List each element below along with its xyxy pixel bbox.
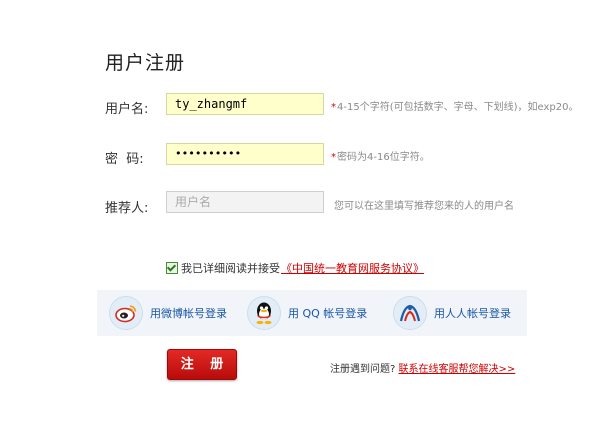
qq-login[interactable]: 用 QQ 帐号登录 [247, 290, 367, 336]
password-hint: *密码为4-16位字符。 [331, 148, 430, 163]
help-text: 注册遇到问题? [330, 364, 396, 375]
weibo-login[interactable]: 用微博帐号登录 [109, 290, 227, 336]
referrer-field[interactable]: 用户名 [166, 191, 324, 213]
social-login-bar: 用微博帐号登录 用 QQ 帐号登录 用人人帐号登录 [97, 290, 527, 336]
required-marker: * [331, 152, 336, 163]
weibo-icon [109, 296, 143, 330]
help-row: 注册遇到问题? 联系在线客服帮您解决>> [330, 360, 515, 375]
agreement-checkbox[interactable] [166, 262, 178, 274]
renren-login-label: 用人人帐号登录 [434, 307, 511, 320]
agreement-link[interactable]: 《中国统一教育网服务协议》 [281, 260, 424, 276]
password-label: 密 码: [105, 152, 144, 167]
renren-login[interactable]: 用人人帐号登录 [393, 290, 511, 336]
agreement-row: 我已详细阅读并接受 《中国统一教育网服务协议》 [166, 260, 424, 276]
qq-icon [247, 296, 281, 330]
register-button[interactable]: 注 册 [167, 349, 237, 380]
renren-icon [393, 296, 427, 330]
username-label: 用户名: [105, 102, 149, 117]
username-field[interactable]: ty_zhangmf [166, 93, 324, 115]
qq-login-label: 用 QQ 帐号登录 [288, 307, 368, 320]
password-field[interactable]: •••••••••• [166, 143, 324, 165]
page-title: 用户注册 [105, 52, 186, 74]
agreement-text: 我已详细阅读并接受 [181, 262, 280, 275]
weibo-login-label: 用微博帐号登录 [150, 307, 227, 320]
required-marker: * [331, 102, 336, 113]
referrer-hint: 您可以在这里填写推荐您来的人的用户名 [334, 201, 514, 212]
username-hint-text: 4-15个字符(可包括数字、字母、下划线)，如exp20。 [337, 102, 579, 113]
referrer-label: 推荐人: [105, 201, 149, 216]
help-link[interactable]: 联系在线客服帮您解决>> [399, 364, 516, 375]
username-hint: *4-15个字符(可包括数字、字母、下划线)，如exp20。 [331, 98, 578, 113]
password-hint-text: 密码为4-16位字符。 [337, 152, 430, 163]
